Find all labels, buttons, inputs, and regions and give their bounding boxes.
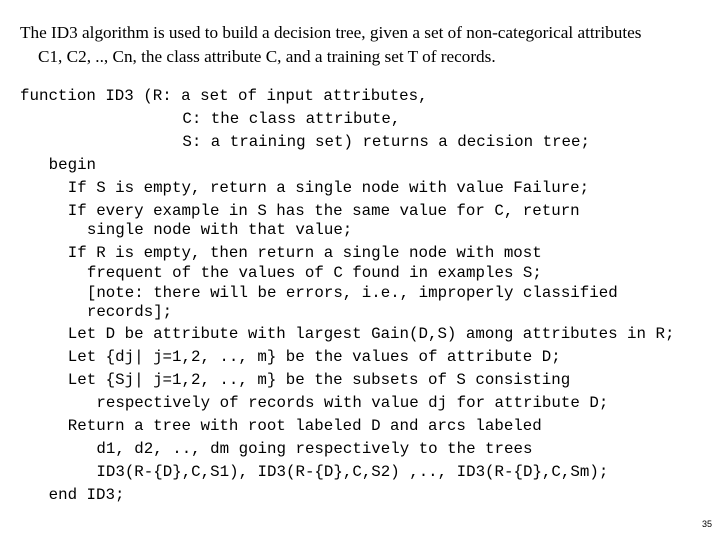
code-line: If R is empty, then return a single node…	[67, 244, 542, 262]
pseudocode-block: function ID3 (R: a set of input attribut…	[0, 0, 674, 504]
page-number: 35	[701, 519, 712, 529]
code-line: end ID3;	[48, 486, 125, 504]
code-line: Let {Sj| j=1,2, .., m} be the subsets of…	[67, 371, 571, 389]
code-line: records];	[86, 303, 173, 321]
intro-line-1: The ID3 algorithm is used to build a dec…	[20, 23, 642, 42]
code-line: Let D be attribute with largest Gain(D,S…	[67, 325, 675, 343]
code-line: Return a tree with root labeled D and ar…	[67, 417, 542, 435]
code-line: frequent of the values of C found in exa…	[86, 264, 542, 282]
code-line: respectively of records with value dj fo…	[96, 394, 609, 412]
code-line: ID3(R-{D},C,S1), ID3(R-{D},C,S2) ,.., ID…	[96, 463, 609, 481]
intro-paragraph: The ID3 algorithm is used to build a dec…	[20, 21, 710, 69]
code-line: S: a training set) returns a decision tr…	[182, 133, 590, 151]
code-line: begin	[48, 156, 97, 174]
intro-line-2: C1, C2, .., Cn, the class attribute C, a…	[38, 47, 496, 66]
code-line: function ID3 (R: a set of input attribut…	[20, 87, 428, 105]
code-line: If S is empty, return a single node with…	[67, 179, 590, 197]
code-line: C: the class attribute,	[182, 110, 401, 128]
code-line: single node with that value;	[86, 221, 353, 239]
code-line: d1, d2, .., dm going respectively to the…	[96, 440, 533, 458]
code-line: If every example in S has the same value…	[67, 202, 580, 220]
code-line: Let {dj| j=1,2, .., m} be the values of …	[67, 348, 561, 366]
code-line: [note: there will be errors, i.e., impro…	[86, 284, 618, 302]
